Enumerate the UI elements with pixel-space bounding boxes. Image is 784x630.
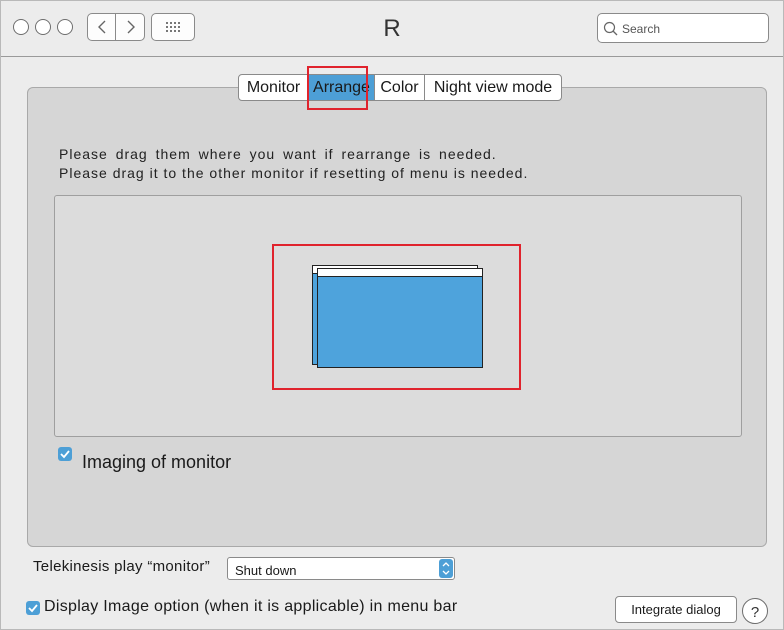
display-option-label: Display Image option (when it is applica… [44, 598, 458, 615]
up-down-arrows-icon [439, 559, 453, 578]
help-button[interactable]: ? [742, 598, 768, 624]
imaging-label: Imaging of monitor [82, 452, 232, 472]
telekinesis-label: Telekinesis play “monitor” [33, 558, 211, 575]
telekinesis-selected-value: Shut down [235, 563, 297, 578]
imaging-checkbox[interactable] [58, 447, 72, 461]
tab-night-view-mode[interactable]: Night view mode [425, 75, 561, 100]
search-placeholder: Search [622, 22, 661, 36]
search-field[interactable]: Search [597, 13, 769, 43]
tab-monitor[interactable]: Monitor [239, 75, 309, 100]
arrange-instruction-line-1: Please drag them where you want if rearr… [59, 146, 497, 162]
preferences-window: R Search Monitor Arrange Color Night vie… [0, 0, 784, 630]
telekinesis-select[interactable]: Shut down [227, 557, 455, 580]
primary-monitor-icon[interactable] [317, 268, 483, 368]
title-bar: R Search [1, 1, 783, 57]
tab-color[interactable]: Color [375, 75, 425, 100]
search-icon [603, 21, 618, 36]
checkmark-icon [60, 450, 70, 459]
arrange-instruction-line-2: Please drag it to the other monitor if r… [59, 165, 529, 181]
menu-bar-strip[interactable] [318, 269, 482, 277]
checkmark-icon [28, 604, 38, 613]
tab-bar: Monitor Arrange Color Night view mode [238, 74, 562, 101]
integrate-dialog-button[interactable]: Integrate dialog [615, 596, 737, 623]
display-option-checkbox[interactable] [26, 601, 40, 615]
tab-arrange[interactable]: Arrange [309, 75, 375, 100]
